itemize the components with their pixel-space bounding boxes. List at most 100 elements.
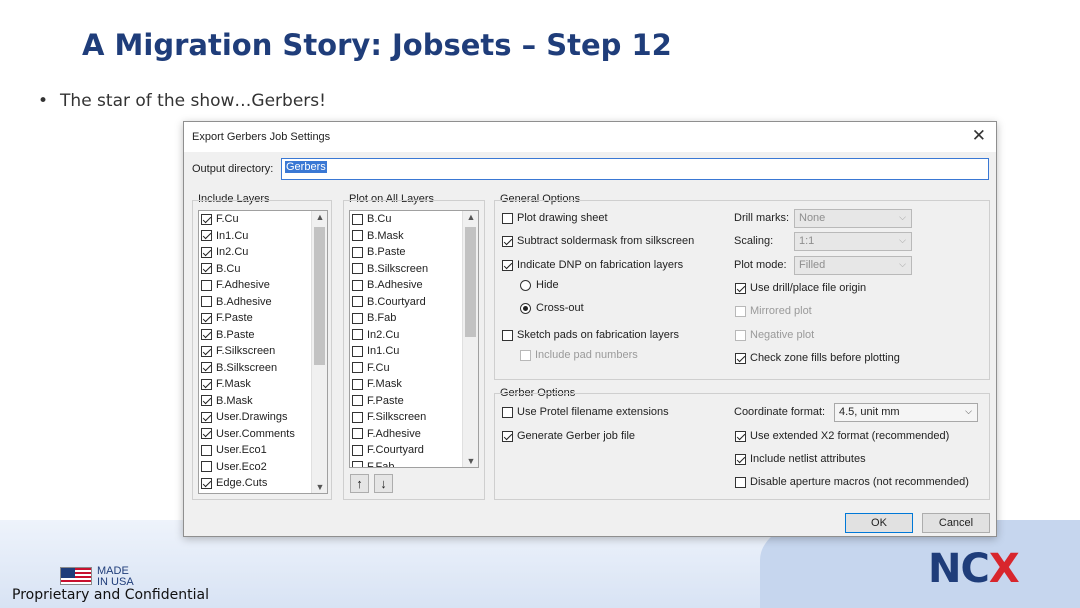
plot-all-layers-scrollbar[interactable]: ▲ ▼ <box>462 211 478 467</box>
layer-checkbox[interactable] <box>352 411 363 423</box>
layer-checkbox[interactable] <box>352 428 363 440</box>
layer-checkbox[interactable] <box>352 461 363 467</box>
layer-checkbox[interactable] <box>201 444 212 456</box>
subtract-soldermask-checkbox[interactable]: Subtract soldermask from silkscreen <box>502 235 694 247</box>
layer-checkbox[interactable] <box>201 329 212 341</box>
plot-layer-item[interactable]: B.Cu <box>350 211 462 228</box>
plot-layer-item[interactable]: In1.Cu <box>350 343 462 360</box>
cross-out-radio[interactable]: Cross-out <box>520 302 584 314</box>
scaling-select[interactable]: 1:1 ⌵ <box>794 232 912 251</box>
layer-checkbox[interactable] <box>201 461 212 473</box>
plot-layer-item[interactable]: F.Mask <box>350 376 462 393</box>
move-up-button[interactable]: ↑ <box>350 474 369 493</box>
x2-format-checkbox[interactable]: Use extended X2 format (recommended) <box>735 430 949 442</box>
ok-button[interactable]: OK <box>845 513 913 533</box>
protel-extensions-checkbox[interactable]: Use Protel filename extensions <box>502 406 669 418</box>
scroll-down-icon[interactable]: ▼ <box>463 456 478 466</box>
check-zone-fills-checkbox[interactable]: Check zone fills before plotting <box>735 352 900 364</box>
plot-layer-item[interactable]: F.Fab <box>350 459 462 467</box>
indicate-dnp-checkbox[interactable]: Indicate DNP on fabrication layers <box>502 259 683 271</box>
layer-checkbox[interactable] <box>201 395 212 407</box>
include-layer-item[interactable]: F.Silkscreen <box>199 343 311 360</box>
mirrored-plot-checkbox[interactable]: Mirrored plot <box>735 305 812 317</box>
plot-mode-select[interactable]: Filled ⌵ <box>794 256 912 275</box>
drill-marks-select[interactable]: None ⌵ <box>794 209 912 228</box>
scroll-thumb[interactable] <box>314 227 325 365</box>
disable-aperture-macros-checkbox[interactable]: Disable aperture macros (not recommended… <box>735 476 969 488</box>
include-pad-numbers-checkbox[interactable]: Include pad numbers <box>520 349 638 361</box>
layer-checkbox[interactable] <box>201 296 212 308</box>
use-drill-origin-checkbox[interactable]: Use drill/place file origin <box>735 282 866 294</box>
include-layer-item[interactable]: F.Mask <box>199 376 311 393</box>
plot-layer-item[interactable]: B.Adhesive <box>350 277 462 294</box>
scroll-up-icon[interactable]: ▲ <box>463 212 478 222</box>
generate-job-file-checkbox[interactable]: Generate Gerber job file <box>502 430 635 442</box>
include-layer-item[interactable]: F.Adhesive <box>199 277 311 294</box>
layer-checkbox[interactable] <box>352 312 363 324</box>
layer-checkbox[interactable] <box>201 246 212 258</box>
include-layer-item[interactable]: User.Drawings <box>199 409 311 426</box>
layer-checkbox[interactable] <box>201 411 212 423</box>
layer-checkbox[interactable] <box>352 230 363 242</box>
include-layer-item[interactable]: B.Mask <box>199 393 311 410</box>
plot-layer-item[interactable]: B.Silkscreen <box>350 261 462 278</box>
netlist-attributes-checkbox[interactable]: Include netlist attributes <box>735 453 866 465</box>
output-directory-input[interactable]: Gerbers <box>281 158 989 180</box>
include-layer-item[interactable]: In2.Cu <box>199 244 311 261</box>
layer-checkbox[interactable] <box>201 279 212 291</box>
include-layer-item[interactable]: User.Eco2 <box>199 459 311 476</box>
hide-radio[interactable]: Hide <box>520 279 559 291</box>
cancel-button[interactable]: Cancel <box>922 513 990 533</box>
plot-layer-item[interactable]: In2.Cu <box>350 327 462 344</box>
plot-layer-item[interactable]: F.Cu <box>350 360 462 377</box>
plot-layer-item[interactable]: B.Fab <box>350 310 462 327</box>
layer-checkbox[interactable] <box>352 279 363 291</box>
include-layer-item[interactable]: B.Silkscreen <box>199 360 311 377</box>
include-layer-item[interactable]: B.Cu <box>199 261 311 278</box>
layer-checkbox[interactable] <box>201 362 212 374</box>
layer-checkbox[interactable] <box>201 312 212 324</box>
plot-layer-item[interactable]: F.Silkscreen <box>350 409 462 426</box>
layer-checkbox[interactable] <box>352 296 363 308</box>
include-layers-scrollbar[interactable]: ▲ ▼ <box>311 211 327 493</box>
layer-checkbox[interactable] <box>352 378 363 390</box>
include-layers-list[interactable]: F.Cu In1.Cu In2.Cu B.Cu F.Adhesive B.Adhesive… <box>198 210 328 494</box>
scroll-down-icon[interactable]: ▼ <box>312 482 327 492</box>
include-layer-item[interactable]: F.Paste <box>199 310 311 327</box>
include-layer-item[interactable]: Edge.Cuts <box>199 475 311 492</box>
layer-checkbox[interactable] <box>201 477 212 489</box>
plot-layer-item[interactable]: F.Adhesive <box>350 426 462 443</box>
close-icon[interactable]: ✕ <box>972 126 986 146</box>
include-layer-item[interactable]: In1.Cu <box>199 228 311 245</box>
plot-layer-item[interactable]: B.Courtyard <box>350 294 462 311</box>
move-down-button[interactable]: ↓ <box>374 474 393 493</box>
include-layer-item[interactable]: B.Paste <box>199 327 311 344</box>
layer-checkbox[interactable] <box>201 263 212 275</box>
layer-checkbox[interactable] <box>352 362 363 374</box>
plot-layer-item[interactable]: F.Paste <box>350 393 462 410</box>
include-layer-item[interactable]: B.Adhesive <box>199 294 311 311</box>
negative-plot-checkbox[interactable]: Negative plot <box>735 329 814 341</box>
include-layer-item[interactable]: User.Comments <box>199 426 311 443</box>
layer-checkbox[interactable] <box>201 230 212 242</box>
scroll-up-icon[interactable]: ▲ <box>312 212 327 222</box>
layer-checkbox[interactable] <box>352 395 363 407</box>
layer-checkbox[interactable] <box>352 213 363 225</box>
plot-layer-item[interactable]: B.Paste <box>350 244 462 261</box>
layer-checkbox[interactable] <box>201 378 212 390</box>
layer-checkbox[interactable] <box>201 213 212 225</box>
sketch-pads-checkbox[interactable]: Sketch pads on fabrication layers <box>502 329 679 341</box>
layer-checkbox[interactable] <box>352 263 363 275</box>
include-layer-item[interactable]: User.Eco1 <box>199 442 311 459</box>
plot-drawing-sheet-checkbox[interactable]: Plot drawing sheet <box>502 212 608 224</box>
plot-all-layers-list[interactable]: B.Cu B.Mask B.Paste B.Silkscreen B.Adhesive B… <box>349 210 479 468</box>
plot-layer-item[interactable]: B.Mask <box>350 228 462 245</box>
scroll-thumb[interactable] <box>465 227 476 337</box>
layer-checkbox[interactable] <box>352 444 363 456</box>
layer-checkbox[interactable] <box>352 246 363 258</box>
layer-checkbox[interactable] <box>352 329 363 341</box>
layer-checkbox[interactable] <box>352 345 363 357</box>
plot-layer-item[interactable]: F.Courtyard <box>350 442 462 459</box>
layer-checkbox[interactable] <box>201 345 212 357</box>
layer-checkbox[interactable] <box>201 428 212 440</box>
